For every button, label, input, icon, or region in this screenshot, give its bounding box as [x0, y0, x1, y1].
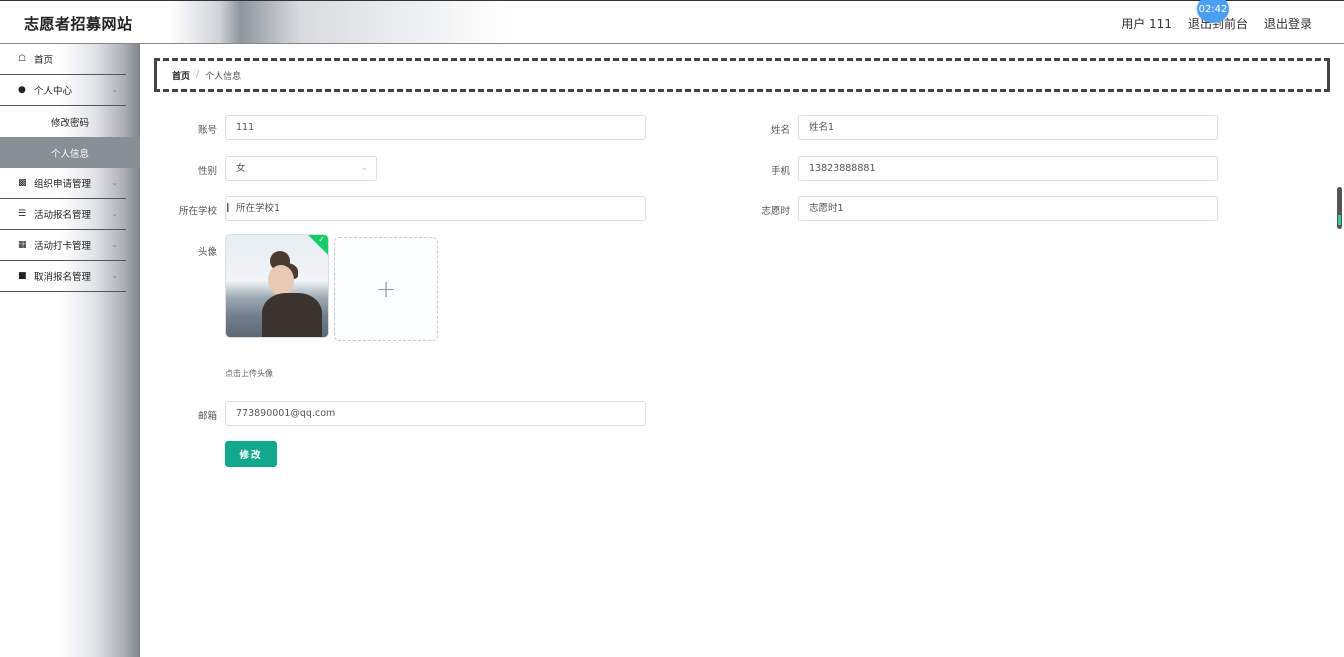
sidebar: ☖ 首页 ● 个人中心 ⌄ 修改密码 个人信息 ▩ 组织申请管理 ⌄ ☰ 活动报…	[0, 44, 140, 657]
email-label: 邮箱	[197, 411, 217, 422]
sidebar-subitem-personal-info[interactable]: 个人信息	[0, 137, 140, 168]
top-header: 志愿者招募网站 用户 111 退出到前台 退出登录 02:42	[0, 0, 1344, 44]
chevron-down-icon: ⌄	[360, 163, 368, 173]
phone-label: 手机	[770, 166, 790, 177]
school-label: 所在学校	[178, 206, 217, 217]
sidebar-item-label: 组织申请管理	[34, 179, 92, 190]
avatar-image[interactable]: ✓	[225, 234, 329, 338]
avatar-label: 头像	[197, 247, 217, 258]
gender-label: 性别	[197, 166, 217, 177]
breadcrumb: 首页 / 个人信息	[154, 58, 1330, 92]
phone-input[interactable]: 13823888881	[798, 156, 1218, 181]
site-title: 志愿者招募网站	[24, 15, 133, 33]
gender-select-value: 女	[236, 163, 246, 174]
sidebar-item-activity-signup[interactable]: ☰ 活动报名管理 ⌄	[0, 199, 126, 230]
text-cursor-icon: I	[226, 201, 230, 215]
account-label: 账号	[197, 125, 217, 136]
upload-tip: 点击上传头像	[225, 369, 273, 378]
user-label: 用户 111	[1121, 17, 1172, 31]
chevron-down-icon: ⌄	[111, 240, 118, 249]
logout-link[interactable]: 退出登录	[1264, 15, 1312, 32]
sidebar-item-label: 活动报名管理	[34, 210, 92, 221]
user-icon: ●	[18, 85, 26, 95]
scrollbar-thumb[interactable]	[1337, 187, 1342, 229]
chevron-down-icon: ⌄	[111, 271, 118, 280]
sidebar-item-label: 个人中心	[34, 86, 73, 97]
avatar-photo-part	[268, 265, 294, 295]
chevron-down-icon: ⌄	[111, 85, 118, 94]
name-label: 姓名	[770, 125, 790, 136]
home-icon: ☖	[18, 54, 27, 64]
account-input[interactable]: 111	[225, 115, 646, 140]
name-input[interactable]: 姓名1	[798, 115, 1218, 140]
list-icon: ☰	[18, 209, 27, 219]
check-icon: ✓	[318, 235, 325, 244]
sidebar-subitem-change-password[interactable]: 修改密码	[0, 106, 140, 137]
sidebar-item-home[interactable]: ☖ 首页	[0, 44, 126, 75]
chat-icon: ▩	[18, 178, 27, 188]
chevron-down-icon: ⌄	[111, 209, 118, 218]
school-input[interactable]: 所在学校1	[225, 196, 646, 221]
volunteer-hours-input[interactable]: 志愿时1	[798, 196, 1218, 221]
chevron-down-icon: ⌄	[111, 178, 118, 187]
breadcrumb-separator: /	[196, 70, 200, 80]
sidebar-item-label: 活动打卡管理	[34, 241, 92, 252]
breadcrumb-current: 个人信息	[205, 71, 242, 82]
grid-icon: ▦	[18, 240, 27, 250]
gender-select[interactable]: 女 ⌄	[225, 156, 377, 181]
breadcrumb-home[interactable]: 首页	[172, 69, 190, 82]
plus-icon: +	[375, 275, 397, 303]
chart-icon: ■	[18, 271, 27, 281]
sidebar-item-org-application[interactable]: ▩ 组织申请管理 ⌄	[0, 168, 126, 199]
avatar-photo-part	[262, 293, 322, 337]
volunteer-hours-label: 志愿时	[761, 206, 790, 217]
upload-button[interactable]: +	[334, 237, 438, 341]
sidebar-item-label: 首页	[34, 55, 54, 66]
sidebar-item-activity-checkin[interactable]: ▦ 活动打卡管理 ⌄	[0, 230, 126, 261]
sidebar-item-cancel-signup[interactable]: ■ 取消报名管理 ⌄	[0, 261, 126, 292]
email-input[interactable]: 773890001@qq.com	[225, 401, 646, 426]
sidebar-item-personal-center[interactable]: ● 个人中心 ⌄	[0, 75, 126, 106]
modify-button[interactable]: 修改	[225, 441, 277, 467]
sidebar-item-label: 取消报名管理	[34, 272, 92, 283]
